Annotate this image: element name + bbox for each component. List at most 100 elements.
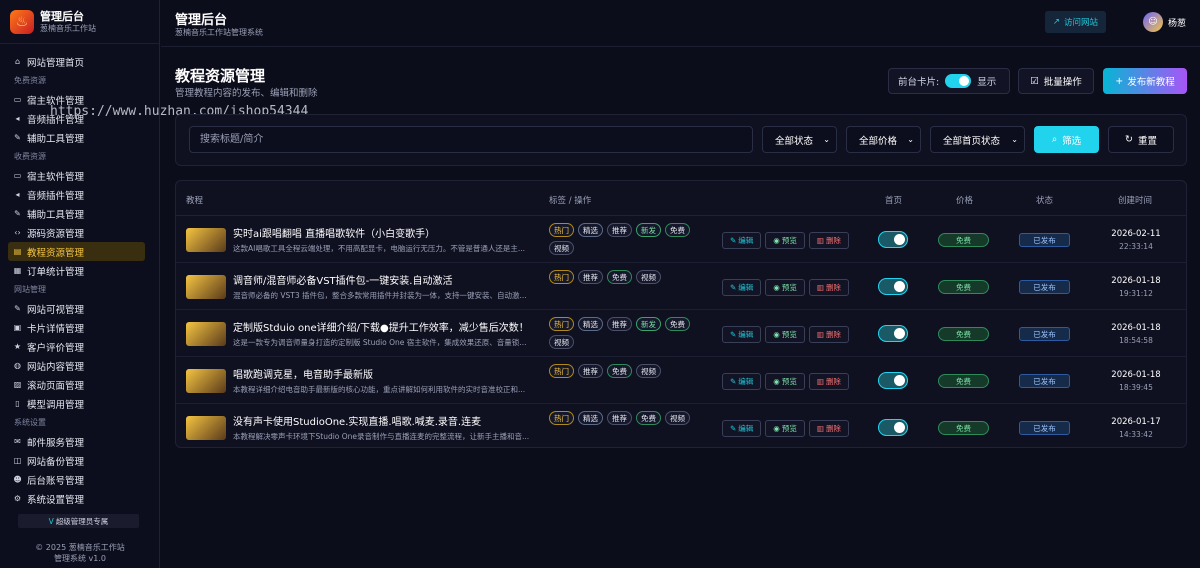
delete-button[interactable]: ▥ 删除 <box>808 232 849 249</box>
filter-button[interactable]: ⌕ 筛选 <box>1034 126 1099 153</box>
sidebar-item[interactable]: ▣ 卡片详情管理 <box>8 318 145 337</box>
sidebar-item[interactable]: ✎ 辅助工具管理 <box>8 128 145 147</box>
chevron-down-icon: ⌄ <box>823 135 830 144</box>
delete-button[interactable]: ▥ 删除 <box>808 373 849 390</box>
batch-operation-button[interactable]: ☑ 批量操作 <box>1018 68 1094 94</box>
row-actions: ✎ 编辑 ◉ 预览 ▥ 删除 <box>722 279 849 296</box>
batch-label: 批量操作 <box>1043 77 1082 88</box>
sidebar-item-label: 滚动页面管理 <box>27 380 85 392</box>
home-toggle[interactable] <box>878 325 908 342</box>
delete-button[interactable]: ▥ 删除 <box>808 279 849 296</box>
home-toggle[interactable] <box>878 419 908 436</box>
created-date: 2026-02-11 <box>1111 229 1161 239</box>
thumbnail-image <box>186 322 226 346</box>
price-badge: 免费 <box>938 280 989 294</box>
action-label: 编辑 <box>738 377 754 386</box>
edit-button[interactable]: ✎ 编辑 <box>722 373 762 390</box>
home-toggle[interactable] <box>878 278 908 295</box>
sidebar-item[interactable]: ✎ 网站可视管理 <box>8 299 145 318</box>
copyright: © 2025 葱楠音乐工作站 <box>35 543 125 552</box>
tag-badge: 热门 <box>549 270 574 284</box>
row-title: 实时ai跟唱翻唱 直播唱歌软件（小白变歌手） <box>233 229 436 240</box>
action-label: 删除 <box>825 330 841 339</box>
plus-icon: + <box>1115 75 1124 87</box>
front-card-switch[interactable] <box>945 74 972 88</box>
tag-badge: 新发 <box>636 317 661 331</box>
sidebar-item[interactable]: ▦ 订单统计管理 <box>8 261 145 280</box>
sidebar-item[interactable]: ✉ 邮件服务管理 <box>8 432 145 451</box>
sidebar-item-label: 辅助工具管理 <box>27 209 85 221</box>
tag-badge: 精选 <box>578 411 603 425</box>
sidebar-item[interactable]: ▨ 滚动页面管理 <box>8 375 145 394</box>
sidebar-item[interactable]: ⌂ 网站管理首页 <box>8 52 145 71</box>
trash-icon: ▥ <box>816 236 824 245</box>
sidebar-item-label: 教程资源管理 <box>27 247 85 259</box>
front-card-toggle[interactable]: 前台卡片: 显示 <box>888 68 1010 94</box>
tag-badge: 免费 <box>636 411 661 425</box>
home-toggle[interactable] <box>878 372 908 389</box>
eye-icon: ◉ <box>773 330 780 339</box>
row-description: 混音师必备的 VST3 插件包，整合多款常用插件并封装为一体，支持一键安装、自动… <box>233 291 527 300</box>
table-row: 唱歌跑调克星，电音助手最新版本教程详细介绍电音助手最新版的核心功能，重点讲解如何… <box>176 357 1186 404</box>
table-row: 没有声卡使用StudioOne.实现直播.唱歌.喊麦.录音.连麦 本教程解决零声卡… <box>176 404 1186 447</box>
publish-tutorial-button[interactable]: + 发布新教程 <box>1103 68 1187 94</box>
sidebar-item[interactable]: ▭ 宿主软件管理 <box>8 166 145 185</box>
row-title: 定制版Stduio one详细介绍/下载●提升工作效率，减少售后次数！ <box>233 323 529 334</box>
tag-badge: 视频 <box>636 364 661 378</box>
preview-button[interactable]: ◉ 预览 <box>765 420 805 437</box>
sidebar-item-label: 模型调用管理 <box>27 399 85 411</box>
file-icon: ▯ <box>15 399 20 408</box>
row-description: 本教程详细介绍电音助手最新版的核心功能，重点讲解如何利用软件的实时音准校正和..… <box>233 385 526 394</box>
sidebar-item[interactable]: ‹› 源码资源管理 <box>8 223 145 242</box>
row-title: 调音师/混音师必备VST插件包-一键安装.自动激活 <box>233 276 453 287</box>
header-created: 创建时间 <box>1118 196 1153 206</box>
tag-list: 热门 精选 推荐 新发 免费 视频 <box>549 223 709 255</box>
database-icon: ◫ <box>13 456 22 465</box>
reset-button[interactable]: ↻ 重置 <box>1108 126 1174 153</box>
edit-button[interactable]: ✎ 编辑 <box>722 279 762 296</box>
tag-badge: 视频 <box>665 411 690 425</box>
preview-button[interactable]: ◉ 预览 <box>765 373 805 390</box>
sidebar-item[interactable]: ▯ 模型调用管理 <box>8 394 145 413</box>
trash-icon: ▥ <box>816 283 824 292</box>
sidebar-item[interactable]: ★ 客户评价管理 <box>8 337 145 356</box>
tag-badge: 免费 <box>665 223 690 237</box>
delete-button[interactable]: ▥ 删除 <box>808 326 849 343</box>
sidebar-footer: © 2025 葱楠音乐工作站 管理系统 v1.0 <box>0 542 160 564</box>
preview-button[interactable]: ◉ 预览 <box>765 326 805 343</box>
sidebar-item[interactable]: ▤ 教程资源管理 <box>8 242 145 261</box>
preview-button[interactable]: ◉ 预览 <box>765 279 805 296</box>
vip-icon: V <box>48 516 54 526</box>
row-title: 唱歌跑调克星，电音助手最新版 <box>233 370 373 381</box>
action-label: 删除 <box>825 424 841 433</box>
page-subtitle: 管理教程内容的发布、编辑和删除 <box>175 88 318 99</box>
edit-button[interactable]: ✎ 编辑 <box>722 232 762 249</box>
user-menu[interactable]: ☺ 杨葱 <box>1142 12 1186 32</box>
header-tags: 标签 / 操作 <box>549 196 592 206</box>
status-select[interactable]: 全部状态 ⌄ <box>762 126 837 153</box>
home-status-select[interactable]: 全部首页状态 ⌄ <box>930 126 1025 153</box>
sidebar-item[interactable]: ✎ 辅助工具管理 <box>8 204 145 223</box>
sidebar-item[interactable]: ◂ 音频插件管理 <box>8 185 145 204</box>
home-toggle[interactable] <box>878 231 908 248</box>
action-label: 删除 <box>825 236 841 245</box>
action-label: 预览 <box>781 283 797 292</box>
preview-button[interactable]: ◉ 预览 <box>765 232 805 249</box>
created-date: 2026-01-18 <box>1111 370 1161 380</box>
edit-button[interactable]: ✎ 编辑 <box>722 420 762 437</box>
edit-button[interactable]: ✎ 编辑 <box>722 326 762 343</box>
sidebar-item[interactable]: ☻ 后台账号管理 <box>8 470 145 489</box>
sidebar-item[interactable]: ◫ 网站备份管理 <box>8 451 145 470</box>
delete-button[interactable]: ▥ 删除 <box>808 420 849 437</box>
sidebar-item[interactable]: ◍ 网站内容管理 <box>8 356 145 375</box>
globe-icon: ◍ <box>14 361 21 370</box>
mail-icon: ✉ <box>14 437 21 446</box>
sidebar-item-label: 邮件服务管理 <box>27 437 85 449</box>
sidebar-item-label: 源码资源管理 <box>27 228 85 240</box>
price-badge: 免费 <box>938 233 989 247</box>
price-select[interactable]: 全部价格 ⌄ <box>846 126 921 153</box>
visit-site-button[interactable]: ↗ 访问网站 <box>1044 11 1106 33</box>
sidebar-item[interactable]: ⚙ 系统设置管理 <box>8 489 145 508</box>
search-input[interactable] <box>189 126 753 153</box>
tag-badge: 视频 <box>549 241 574 255</box>
